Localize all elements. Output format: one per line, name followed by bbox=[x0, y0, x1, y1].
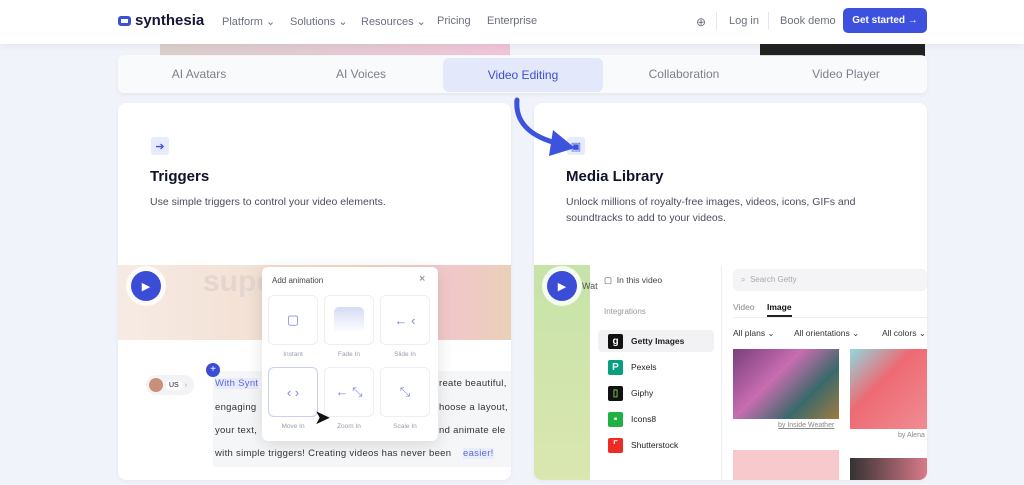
login-link[interactable]: Log in bbox=[729, 15, 759, 27]
integration-getty[interactable]: g Getty Images bbox=[598, 330, 714, 352]
credit[interactable]: by Inside Weather bbox=[778, 422, 834, 429]
instant-option[interactable]: ▢ bbox=[268, 295, 318, 345]
integration-giphy[interactable]: ▯ Giphy bbox=[598, 382, 714, 404]
media-thumbnail[interactable] bbox=[733, 349, 839, 419]
media-library-card: ▣ Media Library Unlock millions of royal… bbox=[534, 103, 927, 480]
plans-filter[interactable]: All plans ⌄ bbox=[733, 328, 775, 339]
tab-image[interactable]: Image bbox=[767, 302, 792, 317]
feature-tabs: AI Avatars AI Voices Video Editing Colla… bbox=[118, 55, 927, 93]
nav-solutions[interactable]: Solutions ⌄ bbox=[290, 15, 348, 28]
triggers-card: ➔ Triggers Use simple triggers to contro… bbox=[118, 103, 511, 480]
credit[interactable]: by Alena bbox=[898, 432, 925, 439]
trigger-arrow-icon: ➔ bbox=[151, 137, 169, 155]
tab-video-player[interactable]: Video Player bbox=[765, 55, 927, 93]
logo-icon bbox=[118, 15, 131, 26]
synthesia-logo[interactable]: synthesia bbox=[118, 12, 204, 29]
move-in-option[interactable]: ‹ › bbox=[268, 367, 318, 417]
trigger-word[interactable]: easier! bbox=[463, 448, 494, 459]
search-input[interactable]: ⌕ Search Getty bbox=[733, 269, 927, 291]
curved-arrow-icon bbox=[514, 97, 575, 156]
divider bbox=[768, 12, 769, 30]
popup-title: Add animation bbox=[272, 276, 324, 285]
colors-filter[interactable]: All colors ⌄ bbox=[882, 328, 926, 339]
media-thumbnail[interactable] bbox=[850, 349, 927, 429]
close-icon[interactable]: × bbox=[419, 273, 425, 285]
cursor-icon: ➤ bbox=[314, 407, 331, 429]
avatar bbox=[149, 378, 163, 392]
add-trigger-icon[interactable]: + bbox=[206, 363, 220, 377]
card-description: Unlock millions of royalty-free images, … bbox=[566, 196, 856, 224]
orientations-filter[interactable]: All orientations ⌄ bbox=[794, 328, 859, 339]
card-title: Media Library bbox=[566, 168, 664, 185]
add-animation-popup: Add animation × ▢ ← ‹ Instant Fade In Sl… bbox=[262, 267, 438, 441]
tab-ai-voices[interactable]: AI Voices bbox=[280, 55, 442, 93]
book-demo-link[interactable]: Book demo bbox=[780, 15, 836, 27]
media-thumbnail[interactable] bbox=[850, 458, 927, 480]
tab-ai-avatars[interactable]: AI Avatars bbox=[118, 55, 280, 93]
zoom-in-option[interactable]: ← ⤡ bbox=[324, 367, 374, 417]
integration-icons8[interactable]: ▪ Icons8 bbox=[598, 408, 714, 430]
shutterstock-icon: ⌜ bbox=[608, 437, 623, 453]
nav-pricing[interactable]: Pricing bbox=[437, 15, 471, 27]
giphy-icon: ▯ bbox=[608, 385, 623, 401]
play-button[interactable]: ▶ bbox=[547, 271, 577, 301]
get-started-button[interactable]: Get started → bbox=[843, 8, 927, 33]
nav-resources[interactable]: Resources ⌄ bbox=[361, 15, 426, 28]
nav-enterprise[interactable]: Enterprise bbox=[487, 15, 537, 27]
tab-video-editing[interactable]: Video Editing bbox=[443, 58, 603, 92]
language-selector[interactable]: US › bbox=[146, 375, 194, 395]
nav-platform[interactable]: Platform ⌄ bbox=[222, 15, 275, 28]
icons8-icon: ▪ bbox=[608, 411, 623, 427]
media-sidebar: ▢ In this video Integrations g Getty Imag… bbox=[590, 265, 722, 480]
tab-video[interactable]: Video bbox=[733, 302, 755, 312]
card-description: Use simple triggers to control your vide… bbox=[150, 196, 386, 208]
fade-in-option[interactable] bbox=[324, 295, 374, 345]
pexels-icon: P bbox=[608, 359, 623, 375]
globe-icon[interactable]: ⊕ bbox=[696, 15, 706, 29]
media-thumbnail[interactable] bbox=[733, 450, 839, 480]
integration-pexels[interactable]: P Pexels bbox=[598, 356, 714, 378]
play-button[interactable]: ▶ bbox=[131, 271, 161, 301]
getty-icon: g bbox=[608, 333, 623, 349]
in-this-video[interactable]: ▢ In this video bbox=[604, 275, 662, 286]
card-title: Triggers bbox=[150, 168, 210, 185]
top-nav: synthesia Platform ⌄ Solutions ⌄ Resourc… bbox=[0, 0, 1024, 44]
integration-shutterstock[interactable]: ⌜ Shutterstock bbox=[598, 434, 714, 456]
divider bbox=[716, 12, 717, 30]
scale-in-option[interactable]: ⤡ bbox=[380, 367, 430, 417]
tab-collaboration[interactable]: Collaboration bbox=[603, 55, 765, 93]
slide-in-option[interactable]: ← ‹ bbox=[380, 295, 430, 345]
